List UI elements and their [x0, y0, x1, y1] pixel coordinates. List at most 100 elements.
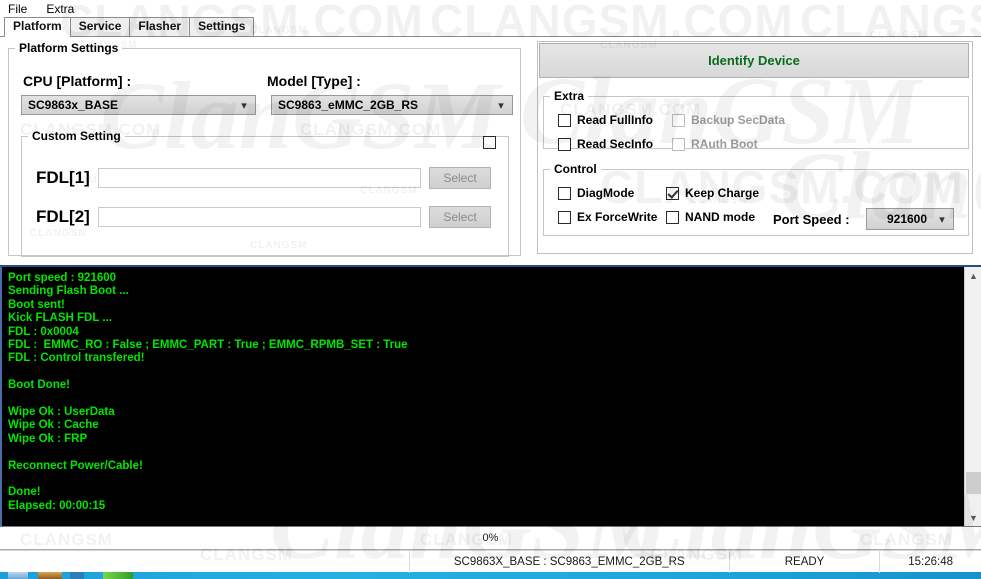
desktop-icon: [70, 572, 84, 579]
scrollbar-thumb[interactable]: [966, 472, 981, 494]
checkbox-label: RAuth Boot: [691, 137, 758, 151]
platform-settings-legend: Platform Settings: [19, 41, 119, 55]
status-cell-empty: [0, 551, 409, 573]
menu-item-extra[interactable]: Extra: [44, 2, 83, 16]
tab-service[interactable]: Service: [69, 17, 131, 36]
menu-bar: File Extra: [0, 0, 981, 17]
desktop-background: [0, 572, 981, 579]
cpu-platform-select[interactable]: SC9863x_BASE ▾: [21, 95, 256, 115]
log-line: Boot Done!: [8, 379, 70, 392]
cpu-platform-label: CPU [Platform] :: [23, 73, 132, 89]
custom-setting-group: Custom Setting FDL[1] Select FDL[2] Sele…: [21, 129, 509, 257]
log-line: Boot sent!: [8, 298, 65, 311]
desktop-icon: [38, 572, 62, 579]
checkbox-label: NAND mode: [685, 210, 756, 224]
model-type-select[interactable]: SC9863_eMMC_2GB_RS ▾: [271, 95, 513, 115]
identify-device-button[interactable]: Identify Device: [539, 43, 969, 78]
checkbox-diagmode[interactable]: DiagMode: [558, 186, 634, 200]
application-window: File Extra Platform Service Flasher Sett…: [0, 0, 981, 573]
custom-setting-legend: Custom Setting: [32, 129, 121, 143]
chevron-down-icon: ▾: [939, 213, 945, 226]
scroll-down-icon[interactable]: ▼: [965, 509, 981, 526]
checkbox-icon: [558, 186, 571, 200]
desktop-icon: [103, 572, 133, 579]
extra-legend: Extra: [554, 89, 585, 103]
fdl1-select-button[interactable]: Select: [429, 167, 491, 189]
menu-item-file[interactable]: File: [6, 2, 36, 16]
checkbox-label: Keep Charge: [685, 186, 760, 200]
fdl2-input[interactable]: [98, 207, 421, 227]
cpu-platform-value: SC9863x_BASE: [28, 98, 119, 112]
status-state: READY: [728, 550, 880, 573]
checkbox-rauth-boot: RAuth Boot: [672, 137, 758, 151]
port-speed-select[interactable]: 921600 ▾: [866, 208, 954, 230]
status-bar: SC9863X_BASE : SC9863_EMMC_2GB_RS READY …: [0, 550, 981, 573]
checkbox-label: Ex ForceWrite: [577, 210, 658, 224]
status-time: 15:26:48: [879, 550, 981, 573]
checkbox-ex-forcewrite[interactable]: Ex ForceWrite: [558, 210, 657, 224]
checkbox-icon: [666, 186, 679, 200]
custom-setting-enable-checkbox[interactable]: [483, 136, 496, 149]
fdl2-row: FDL[2] Select: [36, 206, 491, 228]
log-line: Port speed : 921600: [8, 272, 117, 284]
chevron-down-icon: ▾: [241, 99, 247, 112]
log-line: Wipe Ok : FRP: [8, 432, 88, 445]
platform-tab-content: Platform Settings CPU [Platform] : SC986…: [0, 37, 981, 265]
log-line: FDL : Control transfered!: [8, 352, 145, 365]
checkbox-icon: [672, 137, 685, 151]
fdl1-row: FDL[1] Select: [36, 167, 491, 189]
fdl2-select-button[interactable]: Select: [429, 206, 491, 228]
log-console-scrollbar[interactable]: ▲ ▼: [964, 267, 981, 526]
progress-percent-label: 0%: [482, 532, 499, 544]
checkbox-read-fullinfo[interactable]: Read FullInfo: [558, 113, 653, 127]
tab-settings[interactable]: Settings: [189, 17, 255, 36]
log-console-text[interactable]: Port speed : 921600 Sending Flash Boot ..…: [0, 267, 964, 526]
log-line: Reconnect Power/Cable!: [8, 459, 143, 472]
model-type-label: Model [Type] :: [267, 73, 361, 89]
model-type-value: SC9863_eMMC_2GB_RS: [278, 98, 419, 112]
control-group: Control DiagMode Keep Charge Ex ForceWri…: [543, 162, 969, 236]
fdl2-label: FDL[2]: [36, 207, 90, 226]
checkbox-keep-charge[interactable]: Keep Charge: [666, 186, 759, 200]
log-line: FDL : 0x0004: [8, 325, 79, 338]
log-console-panel: Port speed : 921600 Sending Flash Boot ..…: [0, 265, 981, 527]
log-line: Elapsed: 00:00:15: [8, 499, 106, 512]
checkbox-label: Read SecInfo: [577, 137, 654, 151]
checkbox-icon: [558, 113, 571, 127]
log-line: FDL : EMMC_RO : False ; EMMC_PART : True…: [8, 339, 408, 352]
log-line: Done!: [8, 486, 41, 499]
port-speed-label: Port Speed :: [773, 212, 850, 227]
checkbox-read-secinfo[interactable]: Read SecInfo: [558, 137, 653, 151]
checkbox-label: DiagMode: [577, 186, 635, 200]
checkbox-label: Read FullInfo: [577, 113, 653, 127]
desktop-icon: [8, 572, 28, 579]
progress-bar: 0%: [0, 527, 981, 550]
checkbox-label: Backup SecData: [691, 113, 786, 127]
port-speed-value: 921600: [886, 212, 928, 226]
control-legend: Control: [554, 162, 597, 176]
checkbox-icon: [672, 113, 685, 127]
checkbox-icon: [558, 210, 571, 224]
status-device-info: SC9863X_BASE : SC9863_EMMC_2GB_RS: [408, 550, 729, 573]
log-line: Kick FLASH FDL ...: [8, 312, 112, 325]
log-line: Wipe Ok : UserData: [8, 406, 115, 419]
tab-flasher[interactable]: Flasher: [129, 17, 191, 36]
chevron-down-icon: ▾: [498, 99, 504, 112]
tab-platform[interactable]: Platform: [4, 17, 71, 37]
checkbox-nand-mode[interactable]: NAND mode: [666, 210, 755, 224]
scroll-up-icon[interactable]: ▲: [965, 267, 981, 284]
extra-group: Extra Read FullInfo Backup SecData Read …: [543, 89, 969, 151]
log-line: Wipe Ok : Cache: [8, 419, 99, 432]
checkbox-backup-secdata: Backup SecData: [672, 113, 785, 127]
fdl1-input[interactable]: [98, 168, 421, 188]
platform-settings-group: Platform Settings CPU [Platform] : SC986…: [8, 41, 521, 257]
log-line: Sending Flash Boot ...: [8, 285, 129, 298]
tab-bar: Platform Service Flasher Settings: [0, 17, 981, 37]
checkbox-icon: [666, 210, 679, 224]
fdl1-label: FDL[1]: [36, 168, 90, 187]
checkbox-icon: [558, 137, 571, 151]
